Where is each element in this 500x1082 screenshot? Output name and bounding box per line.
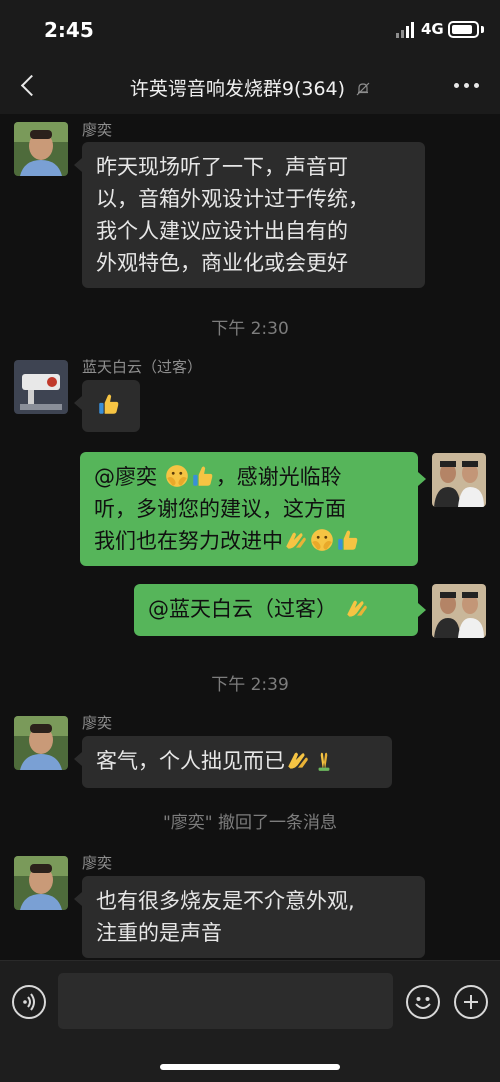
clapping-hand-icon — [283, 527, 309, 553]
message-text: ，感谢光临聆 — [215, 465, 342, 489]
status-bar: 2:45 4G — [0, 0, 500, 58]
message-line: 听，多谢您的建议，这方面 — [94, 497, 346, 521]
nav-bar: 许英谔音响发烧群9(364) — [0, 58, 500, 114]
battery-cap — [481, 26, 484, 33]
plus-icon[interactable] — [454, 985, 488, 1019]
avatar[interactable] — [432, 584, 486, 638]
chat-title: 许英谔音响发烧群9(364) — [129, 78, 346, 100]
message-text: 我们也在努力改进中 — [94, 529, 283, 553]
ellipsis-icon[interactable] — [452, 78, 482, 94]
clapping-hand-icon — [285, 747, 311, 773]
message-input[interactable] — [58, 973, 393, 1029]
message-bubble[interactable]: 客气，个人拙见而已 — [82, 736, 392, 788]
avatar[interactable] — [14, 360, 68, 414]
bubble-tail — [74, 396, 82, 410]
message-line: 我个人建议应设计出自有的 — [96, 219, 348, 243]
thumbs-up-icon — [96, 391, 122, 417]
bubble-tail — [74, 892, 82, 906]
mention-text: @廖奕 — [94, 465, 164, 489]
home-indicator[interactable] — [160, 1064, 340, 1070]
chat-title-wrap: 许英谔音响发烧群9(364) — [0, 74, 500, 101]
status-time: 2:45 — [44, 18, 94, 42]
message-line: @廖奕 ，感谢光临聆 — [94, 461, 404, 493]
chat-area[interactable]: 廖奕 昨天现场听了一下，声音可 以，音箱外观设计过于传统， 我个人建议应设计出自… — [0, 114, 500, 960]
time-separator: 下午 2:39 — [211, 675, 289, 695]
message-line: 昨天现场听了一下，声音可 — [96, 155, 348, 179]
smiley-icon[interactable] — [406, 985, 440, 1019]
cover-face-icon — [164, 463, 190, 489]
cover-face-icon — [309, 527, 335, 553]
avatar[interactable] — [432, 453, 486, 507]
message-bubble[interactable] — [82, 380, 140, 432]
message-line: 外观特色，商业化或会更好 — [96, 251, 348, 275]
bubble-tail — [74, 158, 82, 172]
battery-icon — [448, 21, 479, 38]
message-bubble[interactable]: 也有很多烧友是不介意外观, 注重的是声音 — [82, 876, 425, 958]
message-bubble[interactable]: @廖奕 ，感谢光临聆 听，多谢您的建议，这方面 我们也在努力改进中 — [80, 452, 418, 566]
system-notice: "廖奕" 撤回了一条消息 — [162, 813, 338, 833]
message-line: 以，音箱外观设计过于传统， — [96, 187, 369, 211]
message-line: 注重的是声音 — [96, 921, 222, 945]
sender-name: 廖奕 — [82, 121, 113, 139]
message-line: 我们也在努力改进中 — [94, 525, 404, 557]
time-separator: 下午 2:30 — [211, 319, 289, 339]
praying-hands-icon — [311, 747, 337, 773]
bubble-tail — [418, 472, 426, 486]
message-bubble[interactable]: @蓝天白云（过客） — [134, 584, 418, 636]
bell-slash-icon — [356, 82, 370, 96]
avatar[interactable] — [14, 122, 68, 176]
message-text: 客气，个人拙见而已 — [96, 749, 285, 773]
sender-name: 蓝天白云（过客） — [82, 358, 203, 376]
message-line: 也有很多烧友是不介意外观, — [96, 889, 355, 913]
thumbs-up-icon — [190, 463, 216, 489]
signal-icon — [396, 22, 416, 38]
message-bubble[interactable]: 昨天现场听了一下，声音可 以，音箱外观设计过于传统， 我个人建议应设计出自有的 … — [82, 142, 425, 288]
network-type: 4G — [421, 20, 444, 38]
mention-text: @蓝天白云（过客） — [148, 597, 344, 621]
sender-name: 廖奕 — [82, 714, 113, 732]
bubble-tail — [418, 603, 426, 617]
voice-icon[interactable] — [12, 985, 46, 1019]
avatar[interactable] — [14, 716, 68, 770]
bubble-tail — [74, 752, 82, 766]
thumbs-up-icon — [335, 527, 361, 553]
clapping-hand-icon — [344, 595, 370, 621]
sender-name: 廖奕 — [82, 854, 113, 872]
avatar[interactable] — [14, 856, 68, 910]
